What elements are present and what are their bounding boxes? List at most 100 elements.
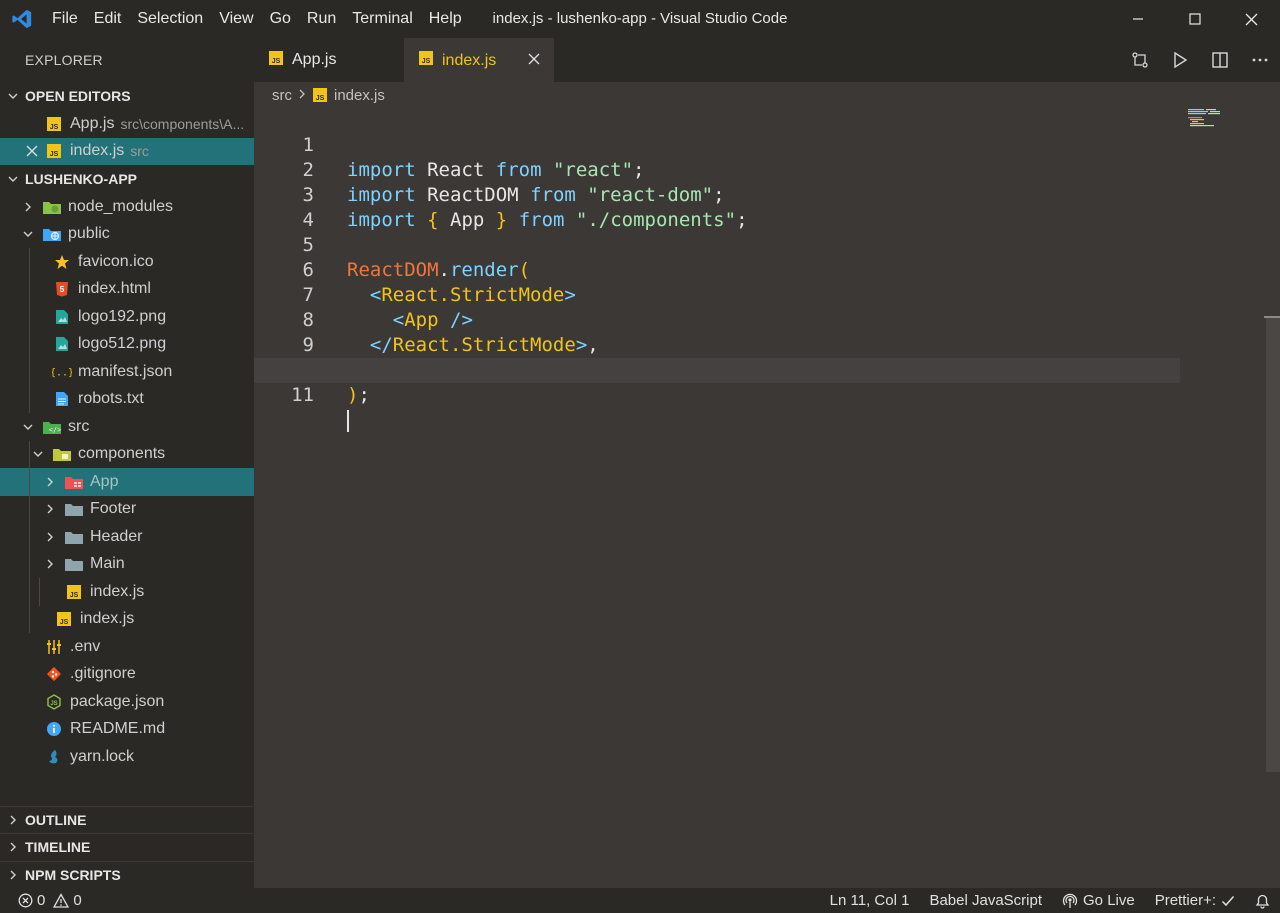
menu-selection[interactable]: Selection bbox=[129, 0, 211, 38]
npm-scripts-title: NPM SCRIPTS bbox=[25, 866, 121, 883]
menu-edit[interactable]: Edit bbox=[86, 0, 130, 38]
timeline-section[interactable]: TIMELINE bbox=[0, 833, 254, 861]
tree-item-env[interactable]: .env bbox=[0, 633, 254, 661]
npm-scripts-section[interactable]: NPM SCRIPTS bbox=[0, 860, 254, 889]
js-file-icon: JS bbox=[268, 50, 284, 71]
indent-guide bbox=[29, 385, 30, 413]
close-window-button[interactable] bbox=[1223, 0, 1280, 38]
folder-icon bbox=[64, 554, 84, 574]
minimize-button[interactable] bbox=[1109, 0, 1166, 38]
tree-item-robots[interactable]: robots.txt bbox=[0, 385, 254, 413]
tree-item-gitignore[interactable]: .gitignore bbox=[0, 661, 254, 689]
open-editor-label: App.js bbox=[70, 114, 115, 132]
svg-text:5: 5 bbox=[60, 285, 65, 294]
chevron-down-icon bbox=[0, 90, 25, 102]
tab-label: index.js bbox=[442, 51, 497, 69]
menu-view[interactable]: View bbox=[211, 0, 261, 38]
indent-guide bbox=[29, 358, 30, 386]
code-line: 2 import ReactDOM from "react-dom"; bbox=[254, 133, 1264, 206]
svg-text:JS: JS bbox=[422, 58, 431, 65]
js-file-icon: JS bbox=[44, 141, 64, 161]
src-folder-icon: </> bbox=[42, 417, 62, 437]
tree-item-components-index-js[interactable]: JS index.js bbox=[0, 578, 254, 606]
tree-item-main[interactable]: Main bbox=[0, 550, 254, 578]
go-live-button[interactable]: Go Live bbox=[1052, 892, 1145, 909]
close-icon[interactable] bbox=[24, 145, 40, 157]
tree-item-label: index.html bbox=[78, 280, 151, 298]
explorer-header: EXPLORER bbox=[25, 52, 103, 68]
svg-text:JS: JS bbox=[316, 95, 325, 102]
text-cursor bbox=[347, 409, 349, 432]
tree-item-label: src bbox=[68, 417, 90, 435]
menu-run[interactable]: Run bbox=[299, 0, 344, 38]
image-file-icon bbox=[52, 334, 72, 354]
explorer-sidebar: EXPLORER OPEN EDITORS JS App.js src\comp… bbox=[0, 38, 254, 888]
breadcrumb-src[interactable]: src bbox=[272, 87, 292, 104]
code-editor[interactable]: 1 import React from "react"; 2 import Re… bbox=[254, 108, 1264, 888]
json-braces-icon: {..} bbox=[52, 362, 72, 382]
indent-guide bbox=[29, 550, 30, 578]
app-folder-icon bbox=[64, 472, 84, 492]
tree-item-index-html[interactable]: 5 index.html bbox=[0, 275, 254, 303]
problems-indicator[interactable]: 0 0 bbox=[0, 892, 82, 909]
tree-item-manifest[interactable]: {..} manifest.json bbox=[0, 358, 254, 386]
more-actions-icon[interactable] bbox=[1240, 51, 1280, 69]
warning-icon bbox=[53, 893, 70, 908]
notifications-bell-icon[interactable] bbox=[1245, 893, 1280, 909]
tree-item-package-json[interactable]: JS package.json bbox=[0, 688, 254, 716]
chevron-down-icon bbox=[30, 448, 46, 460]
components-folder-icon bbox=[52, 444, 72, 464]
chevron-right-icon bbox=[298, 87, 306, 104]
tree-item-public[interactable]: public bbox=[0, 221, 254, 249]
js-file-icon: JS bbox=[64, 582, 84, 602]
outline-section[interactable]: OUTLINE bbox=[0, 805, 254, 834]
open-editor-index-js[interactable]: JS index.js src bbox=[0, 137, 254, 165]
minimap[interactable] bbox=[1188, 108, 1224, 128]
tree-item-readme[interactable]: README.md bbox=[0, 716, 254, 744]
split-editor-icon[interactable] bbox=[1200, 51, 1240, 69]
tree-item-components[interactable]: components bbox=[0, 440, 254, 468]
cursor-position[interactable]: Ln 11, Col 1 bbox=[820, 892, 920, 909]
tree-item-src[interactable]: </> src bbox=[0, 413, 254, 441]
breadcrumb-file[interactable]: index.js bbox=[334, 87, 385, 104]
menu-help[interactable]: Help bbox=[421, 0, 470, 38]
run-icon[interactable] bbox=[1160, 51, 1200, 69]
breadcrumb: src JS index.js bbox=[272, 82, 385, 108]
maximize-button[interactable] bbox=[1166, 0, 1223, 38]
code-line: 5 ReactDOM.render( bbox=[254, 208, 1264, 281]
tree-item-label: components bbox=[78, 445, 166, 463]
project-section[interactable]: LUSHENKO-APP bbox=[0, 165, 254, 193]
tab-app-js[interactable]: JS App.js bbox=[254, 38, 404, 82]
error-icon bbox=[18, 893, 33, 908]
menu-file[interactable]: File bbox=[44, 0, 86, 38]
compare-changes-icon[interactable] bbox=[1120, 51, 1160, 69]
open-editor-app-js[interactable]: JS App.js src\components\A... bbox=[0, 110, 254, 138]
language-mode[interactable]: Babel JavaScript bbox=[919, 892, 1052, 909]
tree-item-favicon[interactable]: favicon.ico bbox=[0, 248, 254, 276]
tree-item-header[interactable]: Header bbox=[0, 523, 254, 551]
check-icon bbox=[1221, 894, 1235, 908]
tree-item-yarn-lock[interactable]: yarn.lock bbox=[0, 743, 254, 771]
menu-terminal[interactable]: Terminal bbox=[344, 0, 420, 38]
scrollbar-thumb[interactable] bbox=[1266, 316, 1280, 772]
tab-index-js[interactable]: JS index.js bbox=[404, 38, 554, 82]
tree-item-src-index-js[interactable]: JS index.js bbox=[0, 605, 254, 633]
chevron-down-icon bbox=[20, 421, 36, 433]
tree-item-logo192[interactable]: logo192.png bbox=[0, 303, 254, 331]
indent-guide bbox=[29, 495, 30, 523]
prettier-status[interactable]: Prettier+: bbox=[1145, 892, 1245, 909]
tree-item-label: public bbox=[68, 225, 110, 243]
star-icon bbox=[52, 252, 72, 272]
tree-item-logo512[interactable]: logo512.png bbox=[0, 330, 254, 358]
menu-go[interactable]: Go bbox=[262, 0, 299, 38]
indent-guide bbox=[29, 248, 30, 276]
tree-item-node-modules[interactable]: node_modules bbox=[0, 193, 254, 221]
tree-item-footer[interactable]: Footer bbox=[0, 495, 254, 523]
close-tab-icon[interactable] bbox=[528, 52, 540, 69]
line-number: 11 bbox=[291, 384, 314, 406]
indent-guide bbox=[29, 303, 30, 331]
code-line: 1 import React from "react"; bbox=[254, 108, 1264, 181]
open-editors-section[interactable]: OPEN EDITORS bbox=[0, 82, 254, 110]
tree-item-app-folder[interactable]: App bbox=[0, 468, 254, 496]
html5-icon: 5 bbox=[52, 279, 72, 299]
